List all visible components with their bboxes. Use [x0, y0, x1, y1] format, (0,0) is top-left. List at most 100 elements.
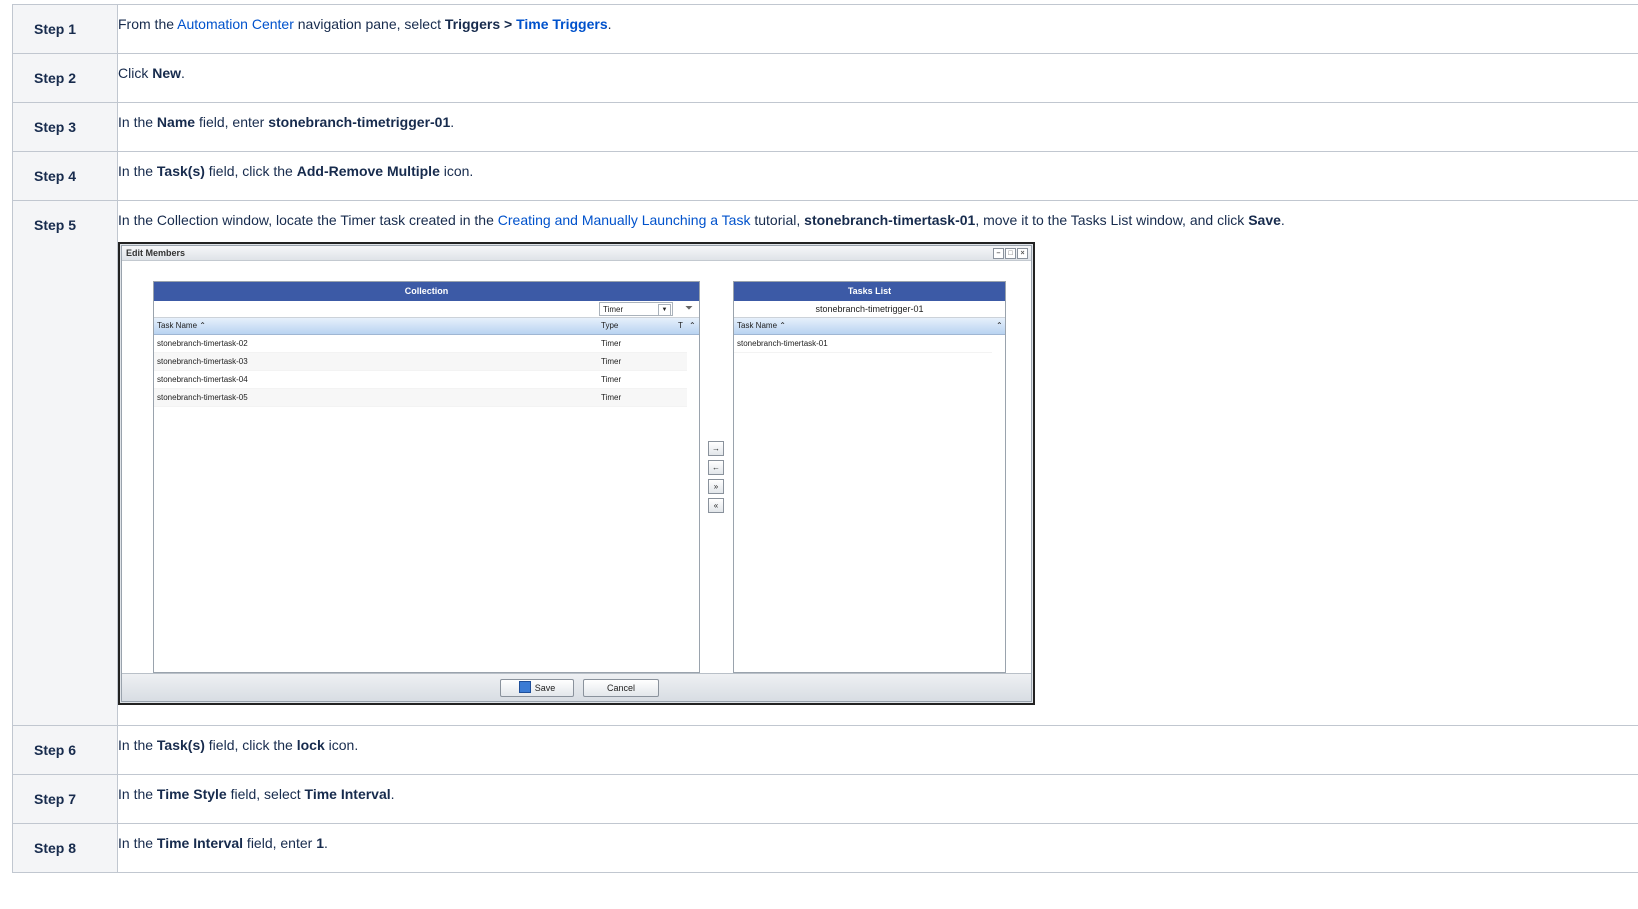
table-row[interactable]: stonebranch-timertask-01: [734, 335, 992, 353]
text-segment: field, enter: [243, 835, 317, 851]
step-label: Step 4: [34, 168, 77, 184]
step-description-cell: In the Time Interval field, enter 1.: [117, 823, 1638, 873]
task-name-cell: stonebranch-timertask-04: [157, 375, 248, 384]
column-header-label: Task Name: [157, 321, 198, 330]
step-row: Step 1 From the Automation Center naviga…: [12, 4, 1638, 54]
chevron-down-icon[interactable]: ▼: [658, 304, 671, 316]
emphasis-text: stonebranch-timertask-01: [804, 212, 976, 228]
text-segment: In the: [118, 786, 157, 802]
task-name-cell: stonebranch-timertask-05: [157, 393, 248, 402]
move-left-button[interactable]: ←: [708, 460, 724, 475]
step-label: Step 1: [34, 21, 77, 37]
task-name-cell: stonebranch-timertask-01: [737, 339, 828, 348]
table-row[interactable]: stonebranch-timertask-03 Timer: [154, 353, 687, 371]
column-header-extra[interactable]: T: [678, 318, 683, 334]
tasks-list-trigger-name: stonebranch-timetrigger-01: [734, 301, 1005, 318]
text-segment: icon.: [324, 737, 359, 753]
collection-header: Collection: [154, 282, 699, 301]
collection-pane: Collection Timer ▼ ⏷ Task Name ⌃ Type T …: [153, 281, 700, 673]
dialog-title: Edit Members – □ ×: [122, 246, 1031, 261]
cancel-button[interactable]: Cancel: [583, 679, 659, 697]
text-segment: .: [390, 786, 395, 802]
sort-asc-icon: ⌃: [779, 321, 786, 330]
doc-link[interactable]: Creating and Manually Launching a Task: [498, 212, 751, 228]
steps-table: Step 1 From the Automation Center naviga…: [12, 4, 1638, 873]
collection-grid-header: Task Name ⌃ Type T ⌃: [154, 318, 699, 335]
step-row: Step 2 Click New.: [12, 53, 1638, 103]
type-filter-select[interactable]: Timer ▼: [599, 302, 673, 316]
step-label: Step 5: [34, 217, 77, 233]
filter-icon[interactable]: ⏷: [685, 303, 693, 314]
step-description-cell: In the Task(s) field, click the Add-Remo…: [117, 151, 1638, 201]
emphasis-text: Time Interval: [304, 786, 391, 802]
text-segment: In the: [118, 835, 157, 851]
step-label-cell: Step 6: [12, 725, 118, 775]
move-all-left-button[interactable]: «: [708, 498, 724, 513]
sort-asc-icon: ⌃: [199, 321, 206, 330]
edit-members-dialog-screenshot: Edit Members – □ × Collection Timer ▼ ⏷ …: [118, 242, 1035, 705]
text-segment: Click: [118, 65, 153, 81]
emphasis-text: 1: [316, 835, 324, 851]
task-name-cell: stonebranch-timertask-03: [157, 357, 248, 366]
step-label-cell: Step 3: [12, 102, 118, 152]
doc-link[interactable]: Time Triggers: [516, 16, 608, 32]
emphasis-text: Name: [156, 114, 196, 130]
move-right-button[interactable]: →: [708, 441, 724, 456]
dialog-title-text: Edit Members: [126, 248, 186, 258]
close-icon[interactable]: ×: [1017, 248, 1028, 259]
step-label: Step 7: [34, 791, 77, 807]
emphasis-text: stonebranch-timetrigger-01: [268, 114, 451, 130]
save-button[interactable]: Save: [500, 679, 574, 697]
step-row: Step 3 In the Name field, enter stonebra…: [12, 102, 1638, 152]
minimize-icon[interactable]: –: [993, 248, 1004, 259]
save-icon: [518, 681, 531, 693]
column-header-task-name[interactable]: Task Name ⌃: [737, 318, 786, 334]
text-segment: , move it to the Tasks List window, and …: [975, 212, 1249, 228]
collection-filter-row: Timer ▼ ⏷: [154, 301, 699, 318]
text-segment: field, click the: [204, 737, 297, 753]
step-description-cell: Click New.: [117, 53, 1638, 103]
text-segment: .: [1280, 212, 1285, 228]
text-segment: field, click the: [204, 163, 297, 179]
table-row[interactable]: stonebranch-timertask-04 Timer: [154, 371, 687, 389]
step-label: Step 3: [34, 119, 77, 135]
column-header-task-name[interactable]: Task Name ⌃: [157, 318, 206, 334]
step-description: In the Time Interval field, enter 1.: [118, 824, 1638, 853]
step-description-cell: From the Automation Center navigation pa…: [117, 4, 1638, 54]
dialog-body: Edit Members – □ × Collection Timer ▼ ⏷ …: [121, 245, 1032, 702]
scroll-up-icon[interactable]: ⌃: [996, 318, 1003, 334]
emphasis-text: Add-Remove Multiple: [296, 163, 440, 179]
tasks-list-grid-header: Task Name ⌃ ⌃: [734, 318, 1005, 335]
emphasis-text: lock: [296, 737, 325, 753]
emphasis-text: Time Interval: [156, 835, 244, 851]
table-row[interactable]: stonebranch-timertask-02 Timer: [154, 335, 687, 353]
step-row: Step 8 In the Time Interval field, enter…: [12, 823, 1638, 873]
text-segment: navigation pane, select: [293, 16, 445, 32]
doc-link[interactable]: Automation Center: [177, 16, 294, 32]
step-description: In the Task(s) field, click the lock ico…: [118, 726, 1638, 755]
window-controls: – □ ×: [993, 248, 1028, 259]
column-header-type[interactable]: Type: [601, 318, 618, 334]
step-description: In the Name field, enter stonebranch-tim…: [118, 103, 1638, 132]
dialog-footer: Save Cancel: [122, 673, 1031, 701]
step-label: Step 8: [34, 840, 77, 856]
collection-rows: stonebranch-timertask-02 Timer stonebranc…: [154, 335, 687, 407]
task-type-cell: Timer: [601, 375, 622, 384]
maximize-icon[interactable]: □: [1005, 248, 1016, 259]
text-segment: In the: [118, 114, 157, 130]
save-button-label: Save: [534, 683, 556, 693]
table-row[interactable]: stonebranch-timertask-05 Timer: [154, 389, 687, 407]
column-header-label: Task Name: [737, 321, 778, 330]
step-label-cell: Step 5: [12, 200, 118, 726]
step-label-cell: Step 4: [12, 151, 118, 201]
scroll-up-icon[interactable]: ⌃: [689, 318, 696, 334]
move-all-right-button[interactable]: »: [708, 479, 724, 494]
step-label: Step 6: [34, 742, 77, 758]
step-label: Step 2: [34, 70, 77, 86]
tasks-list-rows: stonebranch-timertask-01: [734, 335, 992, 353]
text-segment: In the: [118, 737, 157, 753]
text-segment: field, select: [226, 786, 305, 802]
link-text: Time Triggers: [516, 16, 608, 32]
text-segment: .: [181, 65, 185, 81]
step-row: Step 5 In the Collection window, locate …: [12, 200, 1638, 726]
